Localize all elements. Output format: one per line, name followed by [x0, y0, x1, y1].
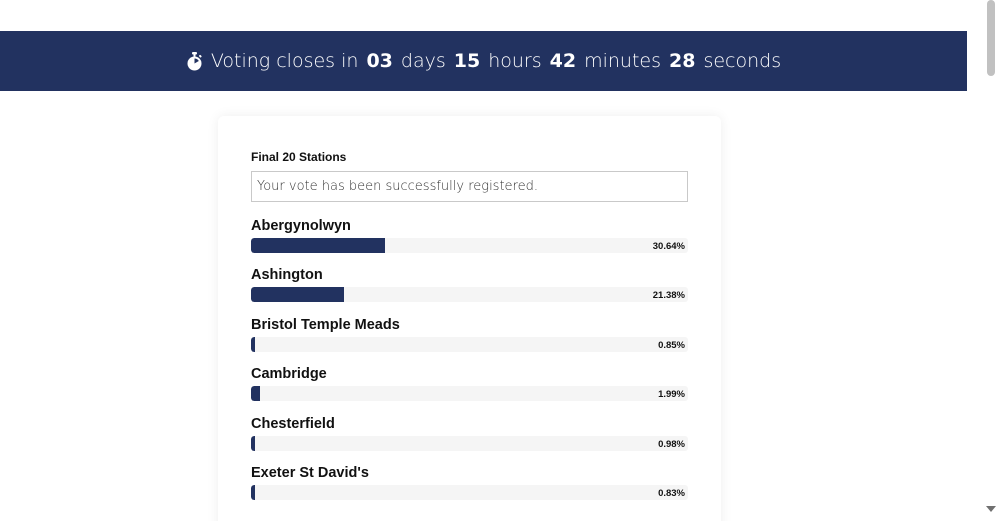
result-percent: 1.99% [658, 389, 685, 401]
station-name: Exeter St David's [251, 464, 369, 481]
countdown-days-unit: days [400, 50, 446, 72]
result-bar-track [251, 435, 688, 451]
result-percent: 30.64% [652, 241, 685, 252]
station-name: Chesterfield [251, 415, 335, 432]
station-name: Ashington [251, 267, 323, 284]
result-bar-fill [251, 287, 345, 303]
countdown-hours-unit: hours [488, 50, 542, 72]
station-name: Cambridge [251, 366, 327, 383]
countdown-days-value: 03 [366, 50, 393, 72]
countdown-hours-value: 15 [453, 50, 481, 72]
result-percent: 0.98% [658, 438, 685, 450]
result-bar-track [251, 484, 688, 500]
station-name: Bristol Temple Meads [251, 316, 400, 333]
result-bar-fill [251, 386, 260, 402]
result-bar-fill [251, 484, 255, 500]
result-item: Abergynolwyn 30.64% [251, 218, 688, 267]
result-bar-fill [251, 336, 255, 352]
poll-results-card: Final 20 Stations Your vote has been suc… [218, 116, 721, 521]
result-bar-fill [251, 238, 385, 253]
result-item: Exeter St David's 0.83% [251, 465, 688, 514]
countdown-seconds-unit: seconds [703, 50, 782, 72]
results-list: Abergynolwyn 30.64% Ashington 21.38% Bri… [251, 218, 688, 514]
countdown-lead-text: Voting closes in [210, 50, 359, 72]
countdown-minutes-value: 42 [549, 50, 577, 72]
result-item: Chesterfield 0.98% [251, 416, 688, 465]
result-percent: 0.83% [658, 487, 685, 499]
result-bar-track [251, 386, 688, 402]
result-item: Bristol Temple Meads 0.85% [251, 317, 688, 366]
countdown-banner: Voting closes in 03 days 15 hours 42 min… [0, 31, 967, 91]
result-item: Ashington 21.38% [251, 267, 688, 316]
result-item: Cambridge 1.99% [251, 366, 688, 415]
countdown-minutes-unit: minutes [584, 50, 661, 72]
result-bar-track [251, 336, 688, 352]
countdown-seconds-value: 28 [669, 50, 696, 72]
scroll-down-arrow-icon[interactable] [986, 506, 996, 512]
result-bar-track [251, 238, 688, 253]
station-name: Abergynolwyn [251, 218, 351, 234]
result-percent: 0.85% [658, 339, 685, 351]
result-bar-track [251, 287, 688, 303]
scrollbar-thumb[interactable] [987, 0, 995, 76]
page-scrollbar[interactable] [983, 0, 1000, 521]
poll-title: Final 20 Stations [251, 150, 347, 164]
stopwatch-icon [186, 51, 203, 71]
vote-status-message: Your vote has been successfully register… [251, 171, 688, 202]
result-percent: 21.38% [652, 290, 685, 302]
result-bar-fill [251, 435, 256, 451]
